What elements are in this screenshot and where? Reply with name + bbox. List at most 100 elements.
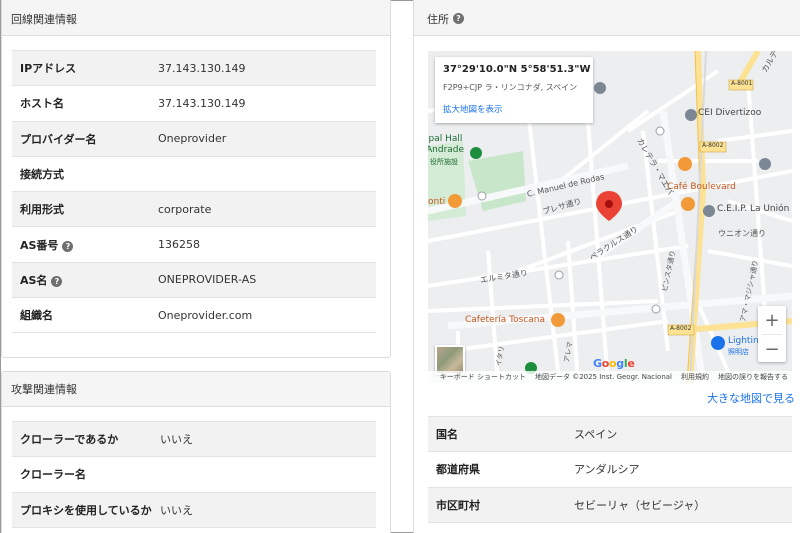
- table-row: プロバイダー名 Oneprovider: [12, 121, 376, 157]
- table-row: 利用形式 corporate: [12, 191, 376, 228]
- map-data-text: 地図データ ©2025 Inst. Geogr. Nacional: [534, 373, 672, 381]
- restaurant-poi-icon-3[interactable]: [759, 158, 771, 170]
- row-key-label: ホスト名: [20, 97, 64, 111]
- row-key: プロキシを使用しているか: [12, 492, 160, 528]
- network-info-header: 回線関連情報: [2, 0, 390, 36]
- network-info-title: 回線関連情報: [11, 12, 77, 26]
- row-value: corporate: [158, 191, 376, 228]
- network-info-table: IPアドレス 37.143.130.149 ホスト名 37.143.130.149 プロ…: [12, 49, 376, 334]
- table-row: IPアドレス 37.143.130.149: [12, 49, 376, 87]
- address-title: 住所: [427, 12, 449, 26]
- report-error-link[interactable]: 地図の誤りを報告する: [718, 372, 788, 382]
- window-frame: 回線関連情報 IPアドレス 37.143.130.149 ホスト名 37.143.13…: [0, 0, 800, 533]
- table-row: クローラーであるか いいえ: [12, 420, 376, 458]
- row-key-label: AS名: [20, 273, 48, 287]
- table-row: クローラー名: [12, 456, 376, 493]
- map-view[interactable]: A-8001 A-8002 A-8002 CEI Divertizoo Café…: [428, 51, 792, 383]
- terms-link[interactable]: 利用規約: [681, 372, 709, 382]
- row-key: 国名: [428, 415, 574, 453]
- bus-stop-icon-3[interactable]: [554, 270, 564, 280]
- google-logo: Google: [593, 357, 635, 370]
- coordinates-text: 37°29'10.0"N 5°58'51.3"W: [443, 64, 591, 75]
- restaurant-poi-icon-2[interactable]: [678, 157, 692, 171]
- cei-label: CEI Divertizoo: [698, 108, 762, 118]
- plus-code-text: F2P9+CJP ラ・リンコナダ, スペイン: [443, 83, 578, 92]
- row-value: [160, 456, 376, 493]
- school-poi-icon[interactable]: [685, 109, 697, 121]
- union-street-label: ウニオン通り: [718, 229, 766, 238]
- keyboard-shortcuts-link[interactable]: キーボード ショートカット: [440, 372, 526, 382]
- bus-stop-icon-4[interactable]: [651, 304, 661, 314]
- row-key: IPアドレス: [12, 49, 158, 87]
- row-key-label: 市区町村: [436, 498, 480, 512]
- ceip-label: C.E.I.P. La Unión: [717, 204, 790, 214]
- row-value: いいえ: [160, 492, 376, 528]
- a8002-label-2: A-8002: [670, 325, 692, 332]
- cafeteria-label: Cafetería Toscana: [465, 315, 545, 325]
- building-poi-icon[interactable]: [594, 82, 606, 94]
- row-key-label: 組織名: [20, 309, 53, 323]
- row-key: 接続方式: [12, 156, 158, 193]
- table-row: AS番号? 136258: [12, 226, 376, 263]
- attack-info-table: クローラーであるか いいえ クローラー名 プロキシを使用しているか いいえ: [12, 420, 376, 528]
- map-info-card: 37°29'10.0"N 5°58'51.3"W F2P9+CJP ラ・リンコナ…: [435, 57, 593, 123]
- yakusho-label: 役所施設: [430, 158, 458, 166]
- row-key: AS名?: [12, 262, 158, 299]
- row-value: 37.143.130.149: [158, 85, 376, 122]
- row-value: アンダルシア: [574, 451, 792, 488]
- shomei-label: 照明店: [728, 348, 749, 356]
- row-value: いいえ: [160, 420, 376, 458]
- row-key: 市区町村: [428, 487, 574, 523]
- row-value: セビーリャ（セビージャ）: [574, 487, 792, 523]
- table-row: 都道府県 アンダルシア: [428, 451, 792, 488]
- help-icon[interactable]: ?: [51, 275, 63, 287]
- address-table-wrap: 国名 スペイン都道府県 アンダルシア市区町村 セビーリャ（セビージャ）: [428, 415, 792, 523]
- attack-info-title: 攻撃関連情報: [11, 383, 77, 396]
- row-value: [158, 156, 376, 193]
- row-key: クローラーであるか: [12, 420, 160, 458]
- table-row: 国名 スペイン: [428, 415, 792, 453]
- zoom-control: + −: [758, 306, 786, 362]
- park-poi-icon[interactable]: [470, 147, 482, 159]
- view-large-map-link[interactable]: 大きな地図で見る: [707, 390, 795, 406]
- row-key: 組織名: [12, 297, 158, 334]
- address-header: 住所 ?: [414, 0, 800, 36]
- row-value: Oneprovider.com: [158, 297, 376, 334]
- cafe-boulevard-label: Café Boulevard: [667, 182, 736, 192]
- table-row: 組織名 Oneprovider.com: [12, 297, 376, 334]
- row-key: 都道府県: [428, 451, 574, 488]
- help-icon[interactable]: ?: [62, 240, 74, 252]
- andrade-label: Andrade: [428, 145, 465, 155]
- row-key-label: 国名: [436, 428, 458, 442]
- shop-poi-icon[interactable]: [711, 336, 725, 350]
- row-key-label: 都道府県: [436, 463, 480, 477]
- attack-info-header: 攻撃関連情報: [2, 372, 390, 407]
- bus-stop-icon[interactable]: [655, 126, 665, 136]
- bus-stop-icon-2[interactable]: [477, 191, 487, 201]
- lightin-label: Lightin: [728, 336, 759, 346]
- zoom-out-button[interactable]: −: [758, 335, 786, 363]
- table-row: AS名? ONEPROVIDER-AS: [12, 262, 376, 299]
- a8001-label: A-8001: [731, 80, 753, 87]
- table-row: プロキシを使用しているか いいえ: [12, 492, 376, 528]
- enlarge-map-link[interactable]: 拡大地図を表示: [443, 103, 503, 115]
- zoom-in-button[interactable]: +: [758, 306, 786, 334]
- restaurant-poi-icon[interactable]: [448, 194, 462, 208]
- school-poi-icon-2[interactable]: [703, 205, 715, 217]
- row-key: 利用形式: [12, 191, 158, 228]
- network-info-panel: 回線関連情報 IPアドレス 37.143.130.149 ホスト名 37.143.13…: [1, 0, 391, 358]
- cafe-poi-icon[interactable]: [551, 313, 565, 327]
- row-key: クローラー名: [12, 456, 160, 493]
- table-row: ホスト名 37.143.130.149: [12, 85, 376, 122]
- row-key-label: IPアドレス: [20, 62, 77, 76]
- row-value: ONEPROVIDER-AS: [158, 262, 376, 299]
- location-pin-icon[interactable]: [596, 191, 622, 221]
- row-key-label: クローラーであるか: [20, 433, 119, 447]
- cafe-boulevard-icon[interactable]: [681, 197, 695, 211]
- help-icon[interactable]: ?: [453, 13, 464, 24]
- address-table: 国名 スペイン都道府県 アンダルシア市区町村 セビーリャ（セビージャ）: [428, 415, 792, 523]
- row-key: ホスト名: [12, 85, 158, 122]
- hall-label: ipal Hall: [428, 134, 463, 144]
- row-value: 136258: [158, 226, 376, 263]
- row-key-label: プロバイダー名: [20, 132, 97, 146]
